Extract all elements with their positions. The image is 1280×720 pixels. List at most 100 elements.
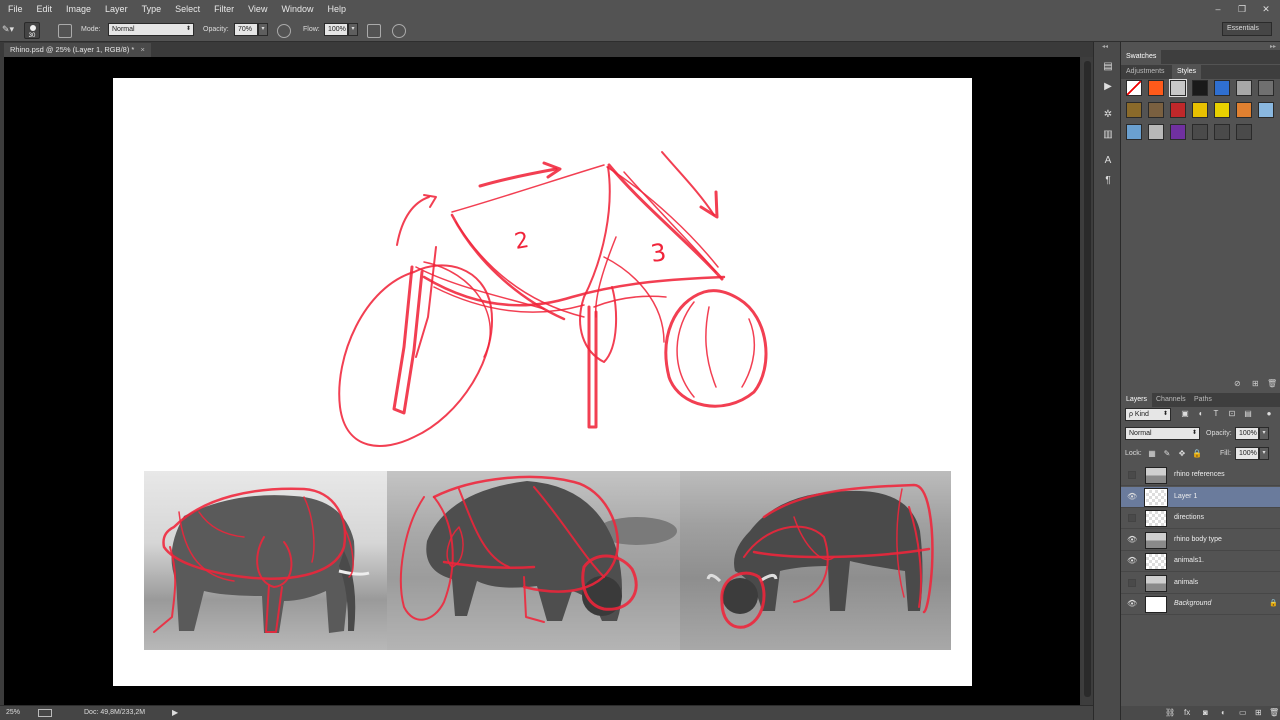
layer-row[interactable]: 👁 rhino body type (1121, 529, 1280, 551)
visibility-eye-icon[interactable]: 👁 (1127, 492, 1137, 502)
style-swatch[interactable] (1192, 80, 1208, 96)
adjustment-layer-icon[interactable]: ◐ (1221, 708, 1226, 717)
visibility-eye-icon[interactable]: 👁 (1127, 535, 1137, 545)
tab-swatches[interactable]: Swatches (1121, 50, 1162, 64)
workspace-switcher[interactable]: Essentials (1222, 22, 1272, 36)
clear-style-icon[interactable]: ⊘ (1234, 379, 1241, 388)
layer-row[interactable]: animals (1121, 572, 1280, 594)
status-menu-arrow-icon[interactable]: ▶ (172, 706, 178, 720)
style-swatch[interactable] (1236, 80, 1252, 96)
filter-pixel-icon[interactable]: ▣ (1180, 409, 1190, 418)
opacity-dropdown[interactable]: ▾ (258, 23, 268, 36)
visibility-toggle[interactable] (1128, 514, 1136, 522)
history-panel-icon[interactable]: ▤ (1101, 60, 1115, 74)
brush-preset-picker[interactable]: 30 (24, 22, 40, 39)
style-swatch[interactable] (1236, 124, 1252, 140)
close-tab-icon[interactable]: × (140, 45, 144, 54)
layer-row[interactable]: 👁 Background 🔒 (1121, 594, 1280, 615)
filter-adjustment-icon[interactable]: ◐ (1196, 409, 1206, 418)
tab-layers[interactable]: Layers (1121, 393, 1153, 407)
menu-edit[interactable]: Edit (30, 4, 60, 14)
scroll-thumb[interactable] (1084, 61, 1091, 697)
style-swatch[interactable] (1170, 124, 1186, 140)
menu-help[interactable]: Help (320, 4, 353, 14)
document-tab[interactable]: Rhino.psd @ 25% (Layer 1, RGB/8) * × (4, 43, 151, 57)
mode-select[interactable]: Normal ⬍ (108, 23, 194, 36)
airbrush-icon[interactable] (367, 24, 381, 38)
style-swatch[interactable] (1214, 102, 1230, 118)
collapse-dock-icon[interactable]: ◂◂ (1102, 43, 1108, 50)
visibility-eye-icon[interactable]: 👁 (1127, 599, 1137, 609)
close-window-button[interactable]: ✕ (1254, 4, 1278, 15)
filter-smart-object-icon[interactable]: ▤ (1243, 409, 1253, 418)
new-group-icon[interactable]: ▭ (1239, 708, 1247, 717)
layer-blend-mode[interactable]: Normal ⬍ (1125, 427, 1200, 440)
opacity-field[interactable]: 70% (234, 23, 258, 36)
layer-style-icon[interactable]: fx (1184, 708, 1190, 717)
style-swatch[interactable] (1126, 102, 1142, 118)
minimize-button[interactable]: – (1206, 4, 1230, 14)
style-swatch[interactable] (1236, 102, 1252, 118)
style-swatch[interactable] (1258, 80, 1274, 96)
style-swatch[interactable] (1258, 102, 1274, 118)
style-swatch[interactable] (1126, 80, 1142, 96)
layer-fill-dropdown[interactable]: ▾ (1259, 447, 1269, 460)
restore-button[interactable]: ❐ (1230, 4, 1254, 15)
tool-preset-picker[interactable]: ✎▾ (2, 24, 14, 35)
delete-layer-icon[interactable]: 🗑 (1269, 708, 1279, 717)
layer-filter-kind[interactable]: ρ Kind ⬍ (1125, 408, 1171, 421)
brush-panel-icon[interactable]: ▥ (1101, 128, 1115, 142)
tab-styles[interactable]: Styles (1172, 65, 1202, 79)
style-swatch[interactable] (1192, 102, 1208, 118)
zoom-level[interactable]: 25% (6, 706, 20, 720)
tab-channels[interactable]: Channels (1151, 393, 1191, 407)
filter-type-icon[interactable]: T (1211, 409, 1221, 418)
style-swatch[interactable] (1169, 79, 1187, 97)
flow-dropdown[interactable]: ▾ (348, 23, 358, 36)
paragraph-panel-icon[interactable]: ¶ (1101, 174, 1115, 188)
lock-position-icon[interactable]: ✥ (1177, 449, 1187, 458)
style-swatch[interactable] (1126, 124, 1142, 140)
preview-icon[interactable] (38, 709, 52, 717)
visibility-toggle[interactable] (1128, 471, 1136, 479)
menu-image[interactable]: Image (59, 4, 98, 14)
vertical-scrollbar[interactable] (1082, 57, 1093, 705)
menu-view[interactable]: View (241, 4, 274, 14)
style-swatch[interactable] (1214, 124, 1230, 140)
delete-style-icon[interactable]: 🗑 (1267, 379, 1277, 388)
brush-panel-toggle-icon[interactable] (58, 24, 72, 38)
style-swatch[interactable] (1148, 124, 1164, 140)
style-swatch[interactable] (1170, 102, 1186, 118)
filter-toggle-icon[interactable]: ● (1264, 409, 1274, 418)
character-panel-icon[interactable]: A (1101, 154, 1115, 168)
layer-opacity-dropdown[interactable]: ▾ (1259, 427, 1269, 440)
style-swatch[interactable] (1214, 80, 1230, 96)
flow-field[interactable]: 100% (324, 23, 348, 36)
style-swatch[interactable] (1148, 102, 1164, 118)
layer-row[interactable]: directions (1121, 508, 1280, 529)
layer-row[interactable]: 👁 animals1. (1121, 551, 1280, 572)
layer-mask-icon[interactable]: ◙ (1203, 708, 1208, 717)
layer-row[interactable]: 👁 Layer 1 (1121, 486, 1280, 508)
menu-filter[interactable]: Filter (207, 4, 241, 14)
collapse-panels-icon[interactable]: ▸▸ (1270, 43, 1276, 50)
pressure-size-icon[interactable] (392, 24, 406, 38)
tab-adjustments[interactable]: Adjustments (1121, 65, 1170, 79)
visibility-eye-icon[interactable]: 👁 (1127, 556, 1137, 566)
properties-panel-icon[interactable]: ✲ (1101, 108, 1115, 122)
style-swatch[interactable] (1192, 124, 1208, 140)
lock-pixels-icon[interactable]: ✎ (1162, 449, 1172, 458)
menu-select[interactable]: Select (168, 4, 207, 14)
new-layer-icon[interactable]: ⊞ (1255, 708, 1262, 717)
tab-paths[interactable]: Paths (1189, 393, 1217, 407)
menu-type[interactable]: Type (135, 4, 169, 14)
menu-file[interactable]: File (0, 4, 30, 14)
filter-shape-icon[interactable]: ⊡ (1227, 409, 1237, 418)
menu-window[interactable]: Window (274, 4, 320, 14)
menu-layer[interactable]: Layer (98, 4, 135, 14)
new-style-icon[interactable]: ⊞ (1252, 379, 1259, 388)
lock-all-icon[interactable]: 🔒 (1192, 449, 1202, 458)
link-layers-icon[interactable]: ⛓ (1165, 708, 1175, 717)
layer-fill-field[interactable]: 100% (1235, 447, 1259, 460)
layer-opacity-field[interactable]: 100% (1235, 427, 1259, 440)
